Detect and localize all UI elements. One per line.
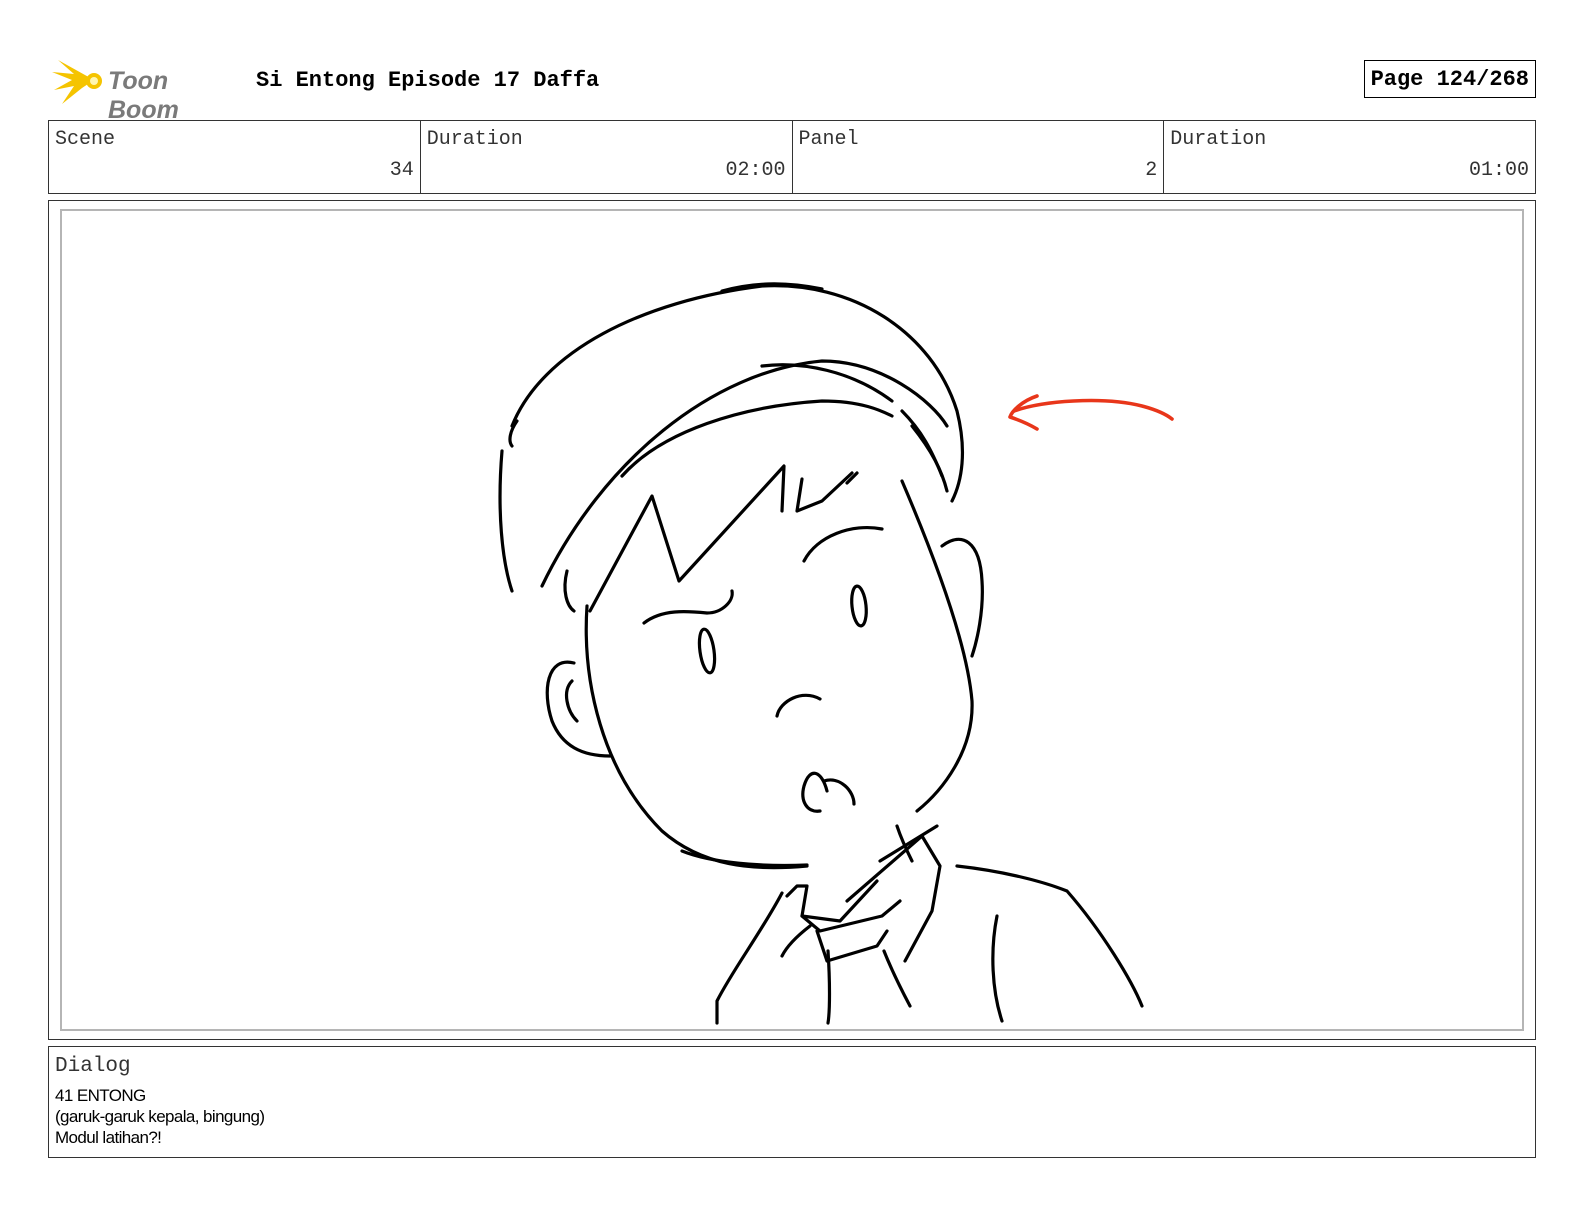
panel-cell: Panel 2 [793, 121, 1165, 193]
panel-duration-label: Duration [1170, 128, 1267, 151]
scene-duration-label: Duration [426, 128, 523, 151]
panel-duration-value: 01:00 [1468, 159, 1529, 182]
scene-cell: Scene 34 [49, 121, 421, 193]
storyboard-panel-frame [48, 200, 1536, 1040]
panel-label: Panel [798, 128, 859, 151]
burst-icon [52, 60, 102, 104]
scene-info-row: Scene 34 Duration 02:00 Panel 2 Duration… [48, 120, 1536, 194]
document-title: Si Entong Episode 17 Daffa [256, 68, 600, 93]
dialog-label: Dialog [55, 1055, 131, 1078]
panel-duration-cell: Duration 01:00 [1164, 121, 1535, 193]
scene-value: 34 [389, 159, 414, 182]
panel-value: 2 [1145, 159, 1158, 182]
toon-boom-logo: Toon Boom [52, 56, 242, 124]
dialog-text: 41 ENTONG (garuk-garuk kepala, bingung) … [55, 1085, 265, 1148]
dialog-line: 41 ENTONG [55, 1086, 146, 1105]
character-sketch [498, 282, 1174, 1025]
logo-text: Toon Boom [108, 67, 179, 124]
scene-duration-value: 02:00 [725, 159, 786, 182]
page-header: Toon Boom Si Entong Episode 17 Daffa Pag… [48, 52, 1536, 124]
scene-label: Scene [55, 128, 116, 151]
dialog-box: Dialog 41 ENTONG (garuk-garuk kepala, bi… [48, 1046, 1536, 1158]
dialog-line: (garuk-garuk kepala, bingung) [55, 1107, 265, 1126]
dialog-line: Modul latihan?! [55, 1128, 162, 1147]
storyboard-panel [60, 209, 1524, 1031]
scene-duration-cell: Duration 02:00 [421, 121, 793, 193]
page-number: Page 124/268 [1363, 60, 1536, 98]
